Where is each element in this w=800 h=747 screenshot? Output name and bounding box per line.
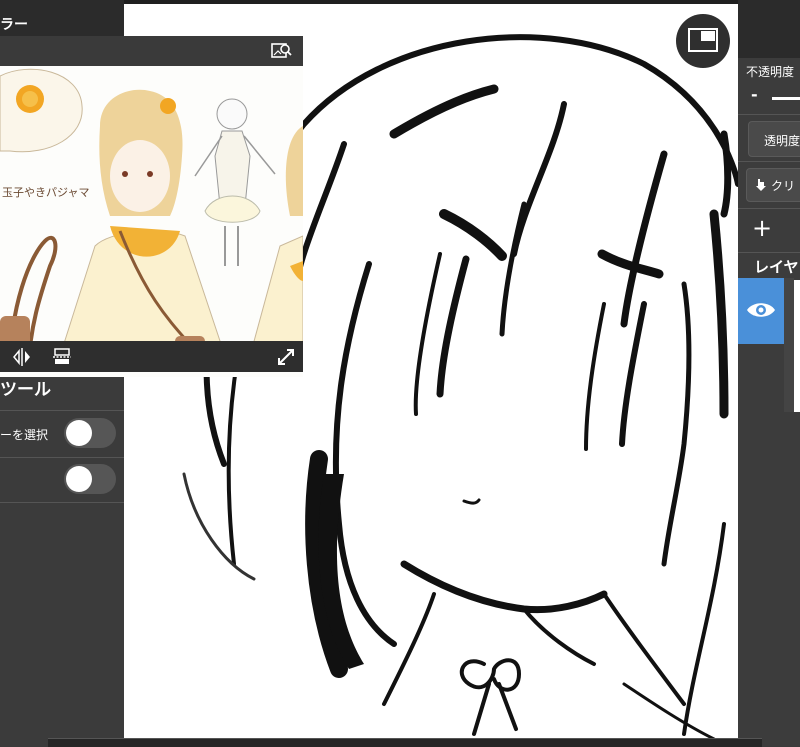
tools-title: ツール: [0, 380, 51, 400]
navigator-button[interactable]: [676, 14, 730, 68]
add-layer-icon[interactable]: +: [752, 214, 772, 242]
clipping-button[interactable]: クリ: [746, 168, 800, 202]
layer-header: レイヤ: [754, 258, 799, 276]
search-image-icon[interactable]: [270, 41, 292, 61]
clip-arrow-icon: [756, 179, 766, 191]
right-panel-header: [738, 0, 800, 58]
transparency-button-label: 透明度: [764, 134, 800, 148]
layer-row[interactable]: [784, 278, 794, 412]
left-panel-header: ラー: [0, 0, 124, 36]
reference-titlebar[interactable]: [0, 36, 303, 66]
divider: [0, 410, 124, 411]
divider: [738, 208, 800, 209]
resize-icon[interactable]: [275, 346, 297, 368]
transparency-button[interactable]: 透明度: [748, 121, 800, 157]
opacity-slider[interactable]: [772, 97, 800, 100]
reference-toolbar: [0, 341, 303, 372]
right-panel: 不透明度 - 透明度 クリ + レイヤ: [738, 0, 800, 746]
select-layer-toggle[interactable]: [64, 418, 116, 448]
layer-thumbnail[interactable]: [794, 280, 800, 412]
divider: [0, 457, 124, 458]
reference-image: 玉子やきパジャマ: [0, 66, 303, 377]
opacity-label: 不透明度: [746, 65, 795, 79]
divider: [738, 252, 800, 253]
navigator-icon: [688, 28, 718, 52]
clipping-button-label: クリ: [771, 179, 796, 193]
reference-illustration: 玉子やきパジャマ: [0, 68, 303, 372]
option-toggle[interactable]: [64, 464, 116, 494]
reference-caption: 玉子やきパジャマ: [2, 186, 89, 199]
toggle-knob: [66, 466, 92, 492]
flip-vertical-icon[interactable]: [52, 347, 72, 367]
divider: [738, 161, 800, 162]
eye-icon: [747, 303, 775, 317]
opacity-minus-button[interactable]: -: [751, 85, 758, 104]
select-layer-label: ーを選択: [0, 428, 49, 442]
reference-window[interactable]: 玉子やきパジャマ: [0, 36, 303, 377]
divider: [738, 114, 800, 115]
layer-visibility-toggle[interactable]: [738, 278, 784, 344]
flip-horizontal-icon[interactable]: [12, 347, 32, 367]
toggle-knob: [66, 420, 92, 446]
left-panel-header-label: ラー: [0, 17, 28, 33]
divider: [0, 502, 124, 503]
